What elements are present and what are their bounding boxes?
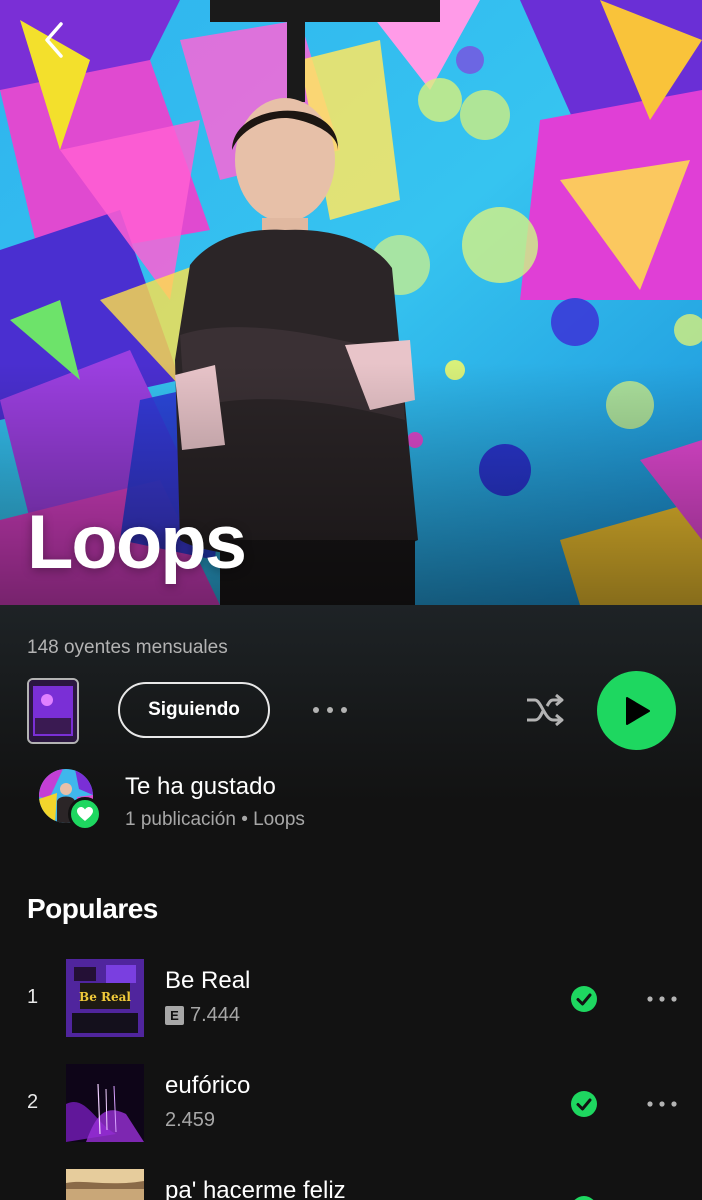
track-plays: 7.444 (190, 1004, 241, 1026)
track-title: eufórico (165, 1072, 251, 1099)
artist-name: Loops (27, 500, 247, 585)
track-row[interactable]: 2 eufórico 2.459 (0, 1064, 702, 1144)
track-title: pa' hacerme feliz (165, 1177, 346, 1200)
track-row[interactable]: 1 Be Real Be Real E 7.444 (0, 959, 702, 1039)
track-rank: 2 (27, 1091, 39, 1113)
cover-image: Be Real (66, 959, 144, 1037)
track-cover (66, 1064, 144, 1142)
liked-heart-badge (68, 797, 102, 831)
shuffle-icon (527, 693, 564, 727)
more-horizontal-icon (647, 1101, 677, 1107)
popular-heading: Populares (27, 893, 158, 924)
track-cover: Be Real (66, 959, 144, 1037)
cover-text: Be Real (79, 990, 131, 1004)
shuffle-button[interactable] (522, 689, 568, 731)
track-more-button[interactable] (642, 1086, 682, 1122)
more-horizontal-icon (313, 707, 347, 713)
artist-hero: Loops (0, 0, 702, 605)
track-meta: E 7.444 (165, 1004, 240, 1027)
play-button[interactable] (597, 671, 676, 750)
track-more-button[interactable] (642, 981, 682, 1017)
monthly-listeners: 148 oyentes mensuales (27, 637, 228, 658)
following-button[interactable]: Siguiendo (118, 682, 270, 738)
liked-songs-row[interactable]: Te ha gustado 1 publicación • Loops (0, 765, 702, 835)
more-horizontal-icon (647, 996, 677, 1002)
play-icon (625, 696, 650, 725)
action-row: Siguiendo (0, 671, 702, 755)
check-circle-icon[interactable] (570, 1195, 598, 1200)
track-plays: 2.459 (165, 1109, 216, 1131)
artist-content: 148 oyentes mensuales Siguiendo Te ha gu… (0, 605, 702, 1200)
check-circle-icon[interactable] (570, 985, 598, 1013)
liked-subtitle: 1 publicación • Loops (125, 809, 305, 830)
cover-image (66, 1169, 144, 1200)
explicit-badge: E (165, 1006, 184, 1025)
artist-pick-thumbnail[interactable] (27, 678, 79, 744)
track-cover (66, 1169, 144, 1200)
heart-icon (77, 807, 93, 821)
chevron-left-icon (45, 22, 63, 58)
liked-title: Te ha gustado (125, 773, 276, 800)
check-circle-icon[interactable] (570, 1090, 598, 1118)
back-button[interactable] (30, 16, 78, 64)
track-meta: 2.459 (165, 1109, 215, 1132)
track-rank: 1 (27, 986, 39, 1008)
more-options-button[interactable] (308, 695, 352, 725)
cover-image (66, 1064, 144, 1142)
track-row[interactable]: pa' hacerme feliz (0, 1169, 702, 1200)
track-title: Be Real (165, 967, 251, 994)
thumbnail-image (29, 680, 77, 742)
